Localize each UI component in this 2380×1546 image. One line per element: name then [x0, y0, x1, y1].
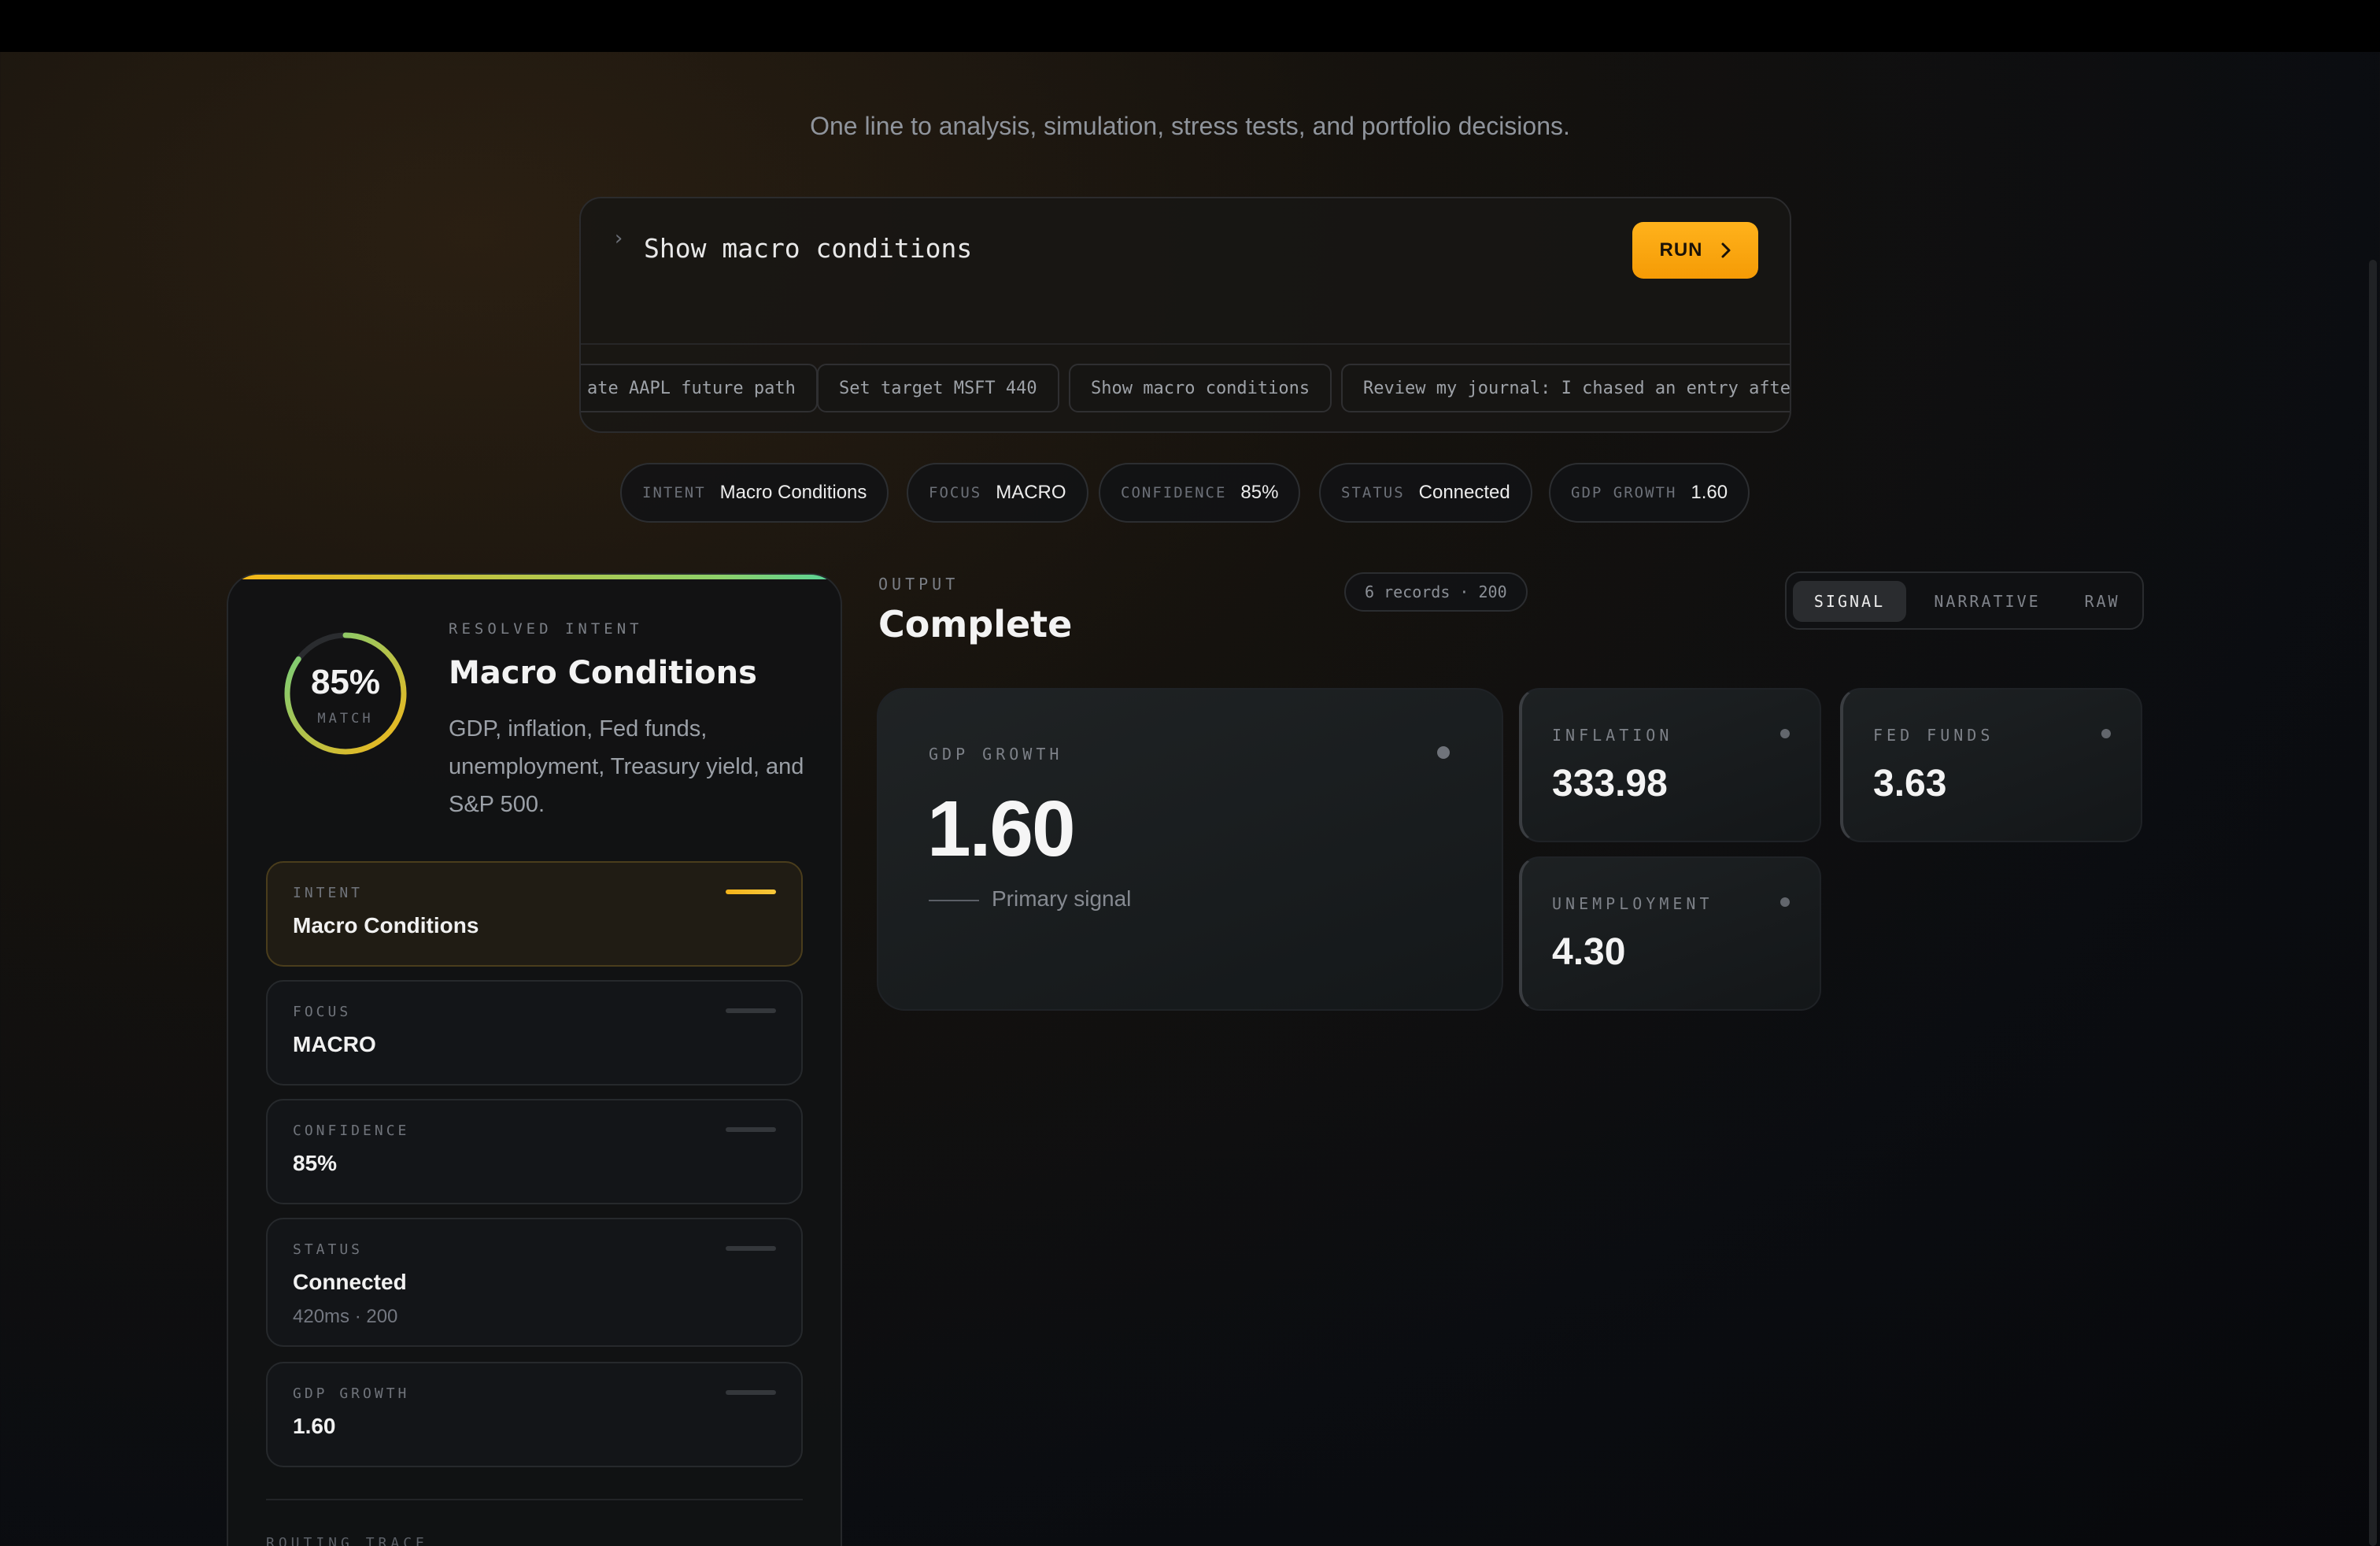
- tab-signal[interactable]: SIGNAL: [1793, 581, 1906, 622]
- row-focus[interactable]: FOCUS MACRO: [266, 980, 803, 1086]
- row-key: INTENT: [293, 885, 364, 901]
- row-confidence[interactable]: CONFIDENCE 85%: [266, 1099, 803, 1204]
- metric-card-fed-funds: FED FUNDS 3.63: [1840, 688, 2142, 842]
- row-indicator-bar: [726, 1246, 776, 1251]
- routing-trace-label: ROUTING TRACE: [266, 1535, 428, 1546]
- primary-signal-value: 1.60: [927, 785, 1076, 873]
- status-dot-icon: [1780, 729, 1790, 738]
- pill-intent: INTENT Macro Conditions: [620, 463, 889, 523]
- status-dot-icon: [1780, 897, 1790, 907]
- pill-key: INTENT: [642, 484, 706, 501]
- suggestion-strip: ate AAPL future path Set target MSFT 440…: [581, 345, 1790, 431]
- suggestion-chip[interactable]: Show macro conditions: [1069, 364, 1332, 412]
- pill-gdp-growth: GDP GROWTH 1.60: [1549, 463, 1750, 523]
- run-button[interactable]: RUN: [1632, 222, 1758, 279]
- primary-signal-rule: [929, 900, 979, 901]
- prompt-caret-icon: ›: [612, 227, 625, 250]
- row-value: 85%: [293, 1151, 338, 1175]
- row-key: FOCUS: [293, 1004, 352, 1020]
- status-dot-icon: [1437, 746, 1450, 759]
- pill-focus: FOCUS MACRO: [907, 463, 1088, 523]
- routing-divider: [266, 1499, 803, 1500]
- metric-card-unemployment: UNEMPLOYMENT 4.30: [1519, 856, 1821, 1011]
- row-gdp-growth[interactable]: GDP GROWTH 1.60: [266, 1362, 803, 1467]
- hero-subtitle: One line to analysis, simulation, stress…: [810, 112, 1570, 140]
- suggestion-chip[interactable]: Set target MSFT 440: [817, 364, 1059, 412]
- row-value: 1.60: [293, 1414, 336, 1438]
- suggestion-chip[interactable]: ate AAPL future path: [581, 364, 818, 412]
- match-label: MATCH: [317, 711, 374, 727]
- output-label: OUTPUT: [878, 575, 959, 594]
- row-status[interactable]: STATUS Connected 420ms · 200: [266, 1218, 803, 1347]
- pill-value: 85%: [1240, 482, 1279, 503]
- tab-raw[interactable]: RAW: [2067, 581, 2138, 622]
- card-accent-bar: [228, 575, 841, 579]
- view-toggle: SIGNAL NARRATIVE RAW: [1785, 571, 2144, 630]
- metric-key: INFLATION: [1552, 726, 1673, 745]
- row-indicator-bar: [726, 1008, 776, 1013]
- metric-value: 3.63: [1873, 763, 1947, 804]
- pill-key: STATUS: [1341, 484, 1405, 501]
- run-button-label: RUN: [1659, 239, 1703, 261]
- status-dot-icon: [2101, 729, 2111, 738]
- resolved-intent-label: RESOLVED INTENT: [449, 620, 643, 638]
- output-title: Complete: [878, 603, 1073, 645]
- primary-signal-caption: Primary signal: [992, 886, 1132, 911]
- pill-key: FOCUS: [929, 484, 982, 501]
- pill-status: STATUS Connected: [1319, 463, 1532, 523]
- row-indicator-bar: [726, 1127, 776, 1132]
- chevron-right-icon: [1721, 242, 1730, 258]
- row-intent[interactable]: INTENT Macro Conditions: [266, 861, 803, 967]
- metric-key: UNEMPLOYMENT: [1552, 894, 1713, 913]
- resolved-intent-title: Macro Conditions: [449, 655, 757, 691]
- metric-value: 4.30: [1552, 931, 1626, 973]
- metric-key: FED FUNDS: [1873, 726, 1994, 745]
- metric-card-inflation: INFLATION 333.98: [1519, 688, 1821, 842]
- primary-signal-key: GDP GROWTH: [929, 745, 1063, 764]
- top-bar: [0, 0, 2380, 52]
- row-value: MACRO: [293, 1032, 376, 1056]
- resolved-intent-description: GDP, inflation, Fed funds, unemployment,…: [449, 716, 804, 817]
- page-scrollbar[interactable]: [2369, 260, 2377, 1546]
- pill-key: GDP GROWTH: [1571, 484, 1677, 501]
- row-indicator-bar: [726, 1390, 776, 1395]
- pill-key: CONFIDENCE: [1121, 484, 1227, 501]
- pill-confidence: CONFIDENCE 85%: [1099, 463, 1301, 523]
- command-input[interactable]: Show macro conditions: [644, 233, 972, 264]
- row-key: STATUS: [293, 1241, 364, 1258]
- pill-value: Connected: [1418, 482, 1510, 503]
- suggestion-chip[interactable]: Review my journal: I chased an entry aft…: [1341, 364, 1790, 412]
- records-badge: 6 records · 200: [1344, 572, 1528, 612]
- pill-value: MACRO: [996, 482, 1066, 503]
- tab-narrative[interactable]: NARRATIVE: [1913, 581, 2062, 622]
- match-percent: 85%: [310, 663, 381, 701]
- row-key: GDP GROWTH: [293, 1385, 410, 1402]
- pill-value: 1.60: [1691, 482, 1728, 503]
- row-subtext: 420ms · 200: [293, 1306, 398, 1327]
- pill-value: Macro Conditions: [719, 482, 867, 503]
- row-value: Macro Conditions: [293, 913, 479, 938]
- row-key: CONFIDENCE: [293, 1123, 410, 1139]
- row-indicator-bar: [726, 890, 776, 894]
- row-value: Connected: [293, 1270, 407, 1294]
- metric-value: 333.98: [1552, 763, 1668, 804]
